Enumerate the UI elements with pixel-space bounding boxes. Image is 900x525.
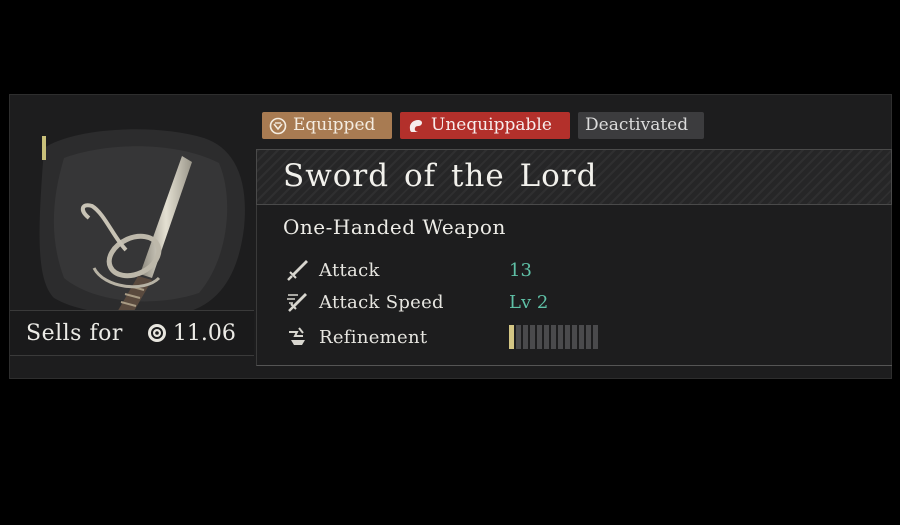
item-type: One-Handed Weapon	[283, 215, 506, 239]
refinement-level-bar	[509, 325, 600, 349]
refinement-segment-filled	[509, 325, 514, 349]
refinement-segment-empty	[593, 325, 598, 349]
unequippable-icon	[407, 117, 425, 135]
stat-label-attack: Attack	[319, 259, 380, 281]
stat-row-attack-speed: Attack Speed Lv 2	[285, 289, 865, 315]
sword-icon	[285, 257, 311, 283]
refinement-segment-empty	[516, 325, 521, 349]
refinement-segment-empty	[572, 325, 577, 349]
unequippable-tag: Unequippable	[400, 112, 570, 139]
item-image	[34, 118, 252, 318]
speed-icon	[285, 289, 311, 315]
refinement-segment-empty	[565, 325, 570, 349]
equipped-icon	[269, 117, 287, 135]
deactivated-label: Deactivated	[585, 115, 689, 135]
stat-value-attack-speed: Lv 2	[509, 291, 549, 313]
sell-price-bar: Sells for 11.06	[10, 310, 254, 356]
refinement-segment-empty	[537, 325, 542, 349]
equipped-label: Equipped	[293, 115, 376, 135]
refinement-segment-empty	[530, 325, 535, 349]
refinement-segment-empty	[544, 325, 549, 349]
stat-row-refinement: Refinement	[285, 324, 865, 350]
refinement-segment-empty	[586, 325, 591, 349]
unequippable-label: Unequippable	[431, 115, 552, 135]
equipped-tag: Equipped	[262, 112, 392, 139]
coin-icon	[147, 323, 167, 343]
refinement-segment-empty	[523, 325, 528, 349]
stat-value-attack: 13	[509, 259, 532, 281]
refinement-segment-empty	[551, 325, 556, 349]
stat-label-attack-speed: Attack Speed	[319, 291, 444, 313]
sell-label: Sells for	[26, 320, 123, 346]
refinement-segment-empty	[579, 325, 584, 349]
refinement-icon	[285, 324, 311, 350]
item-title-bar: Sword of the Lord	[256, 149, 892, 205]
rarity-marker	[42, 136, 46, 160]
item-details: One-Handed Weapon Attack 13 Attack Speed…	[256, 205, 892, 366]
item-name: Sword of the Lord	[283, 158, 598, 194]
stat-row-attack: Attack 13	[285, 257, 865, 283]
stat-label-refinement: Refinement	[319, 326, 428, 348]
refinement-segment-empty	[558, 325, 563, 349]
sell-value: 11.06	[172, 320, 236, 346]
deactivated-tag: Deactivated	[578, 112, 704, 139]
